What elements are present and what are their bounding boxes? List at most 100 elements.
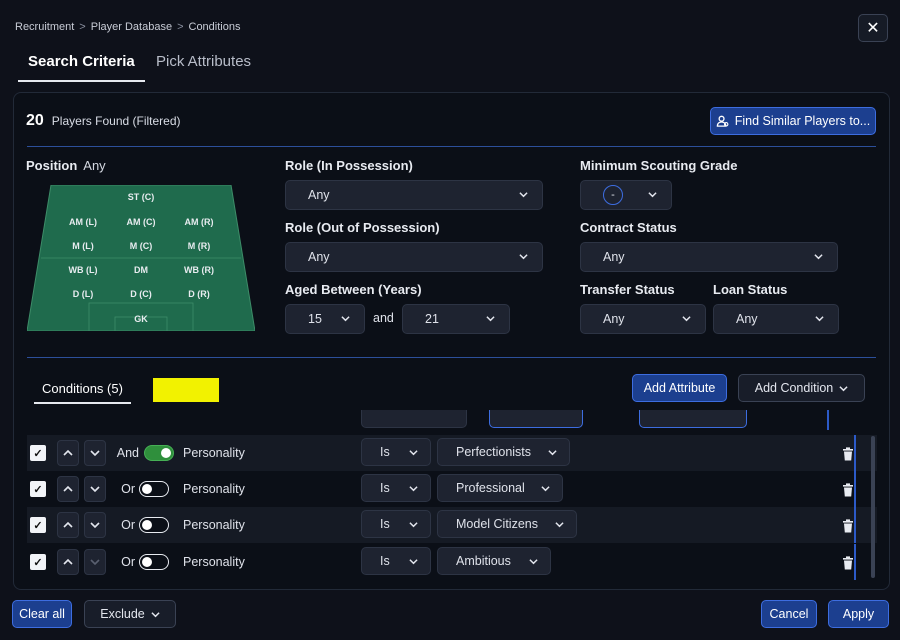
and-or-toggle[interactable] bbox=[139, 554, 169, 570]
chevron-down-icon bbox=[529, 559, 538, 565]
position-pitch[interactable]: ST (C) AM (L) AM (C) AM (R) M (L) M (C) … bbox=[26, 184, 256, 332]
conditions-tab[interactable]: Conditions (5) bbox=[34, 381, 131, 404]
trash-icon[interactable] bbox=[842, 447, 854, 461]
pitch-slot-wb-r[interactable]: WB (R) bbox=[184, 265, 214, 275]
contract-status-dropdown[interactable]: Any bbox=[580, 242, 838, 272]
condition-row: ✓ Or Personality Is Ambitious bbox=[27, 544, 877, 580]
pitch-slot-am-r[interactable]: AM (R) bbox=[185, 217, 214, 227]
chevron-down-icon bbox=[90, 450, 100, 457]
breadcrumb: Recruitment > Player Database > Conditio… bbox=[15, 21, 240, 33]
position-value: Any bbox=[83, 158, 106, 173]
trash-icon[interactable] bbox=[842, 519, 854, 533]
pitch-slot-st-c[interactable]: ST (C) bbox=[128, 192, 155, 202]
trash-icon[interactable] bbox=[842, 483, 854, 497]
age-min-dropdown[interactable]: 15 bbox=[285, 304, 365, 334]
move-up-button[interactable] bbox=[57, 440, 79, 466]
and-or-toggle[interactable] bbox=[144, 445, 174, 461]
conditions-scrollbar[interactable] bbox=[871, 436, 875, 578]
pitch-slot-wb-l[interactable]: WB (L) bbox=[69, 265, 98, 275]
operator-dropdown[interactable]: Is bbox=[361, 547, 431, 575]
pitch-slot-gk[interactable]: GK bbox=[134, 314, 148, 324]
close-icon: ✕ bbox=[866, 20, 880, 37]
pitch-slot-m-r[interactable]: M (R) bbox=[188, 241, 211, 251]
condition-row: ✓ And Personality Is Perfectionists bbox=[27, 435, 877, 471]
move-up-button[interactable] bbox=[57, 549, 79, 575]
chevron-down-icon bbox=[90, 559, 100, 566]
role-in-possession-dropdown[interactable]: Any bbox=[285, 180, 543, 210]
toggle-knob bbox=[142, 484, 152, 494]
add-condition-button[interactable]: Add Condition bbox=[738, 374, 865, 402]
attribute-label: Personality bbox=[183, 555, 245, 569]
attribute-label: Personality bbox=[183, 482, 245, 496]
move-down-button[interactable] bbox=[84, 512, 106, 538]
operator-dropdown[interactable]: Is bbox=[361, 438, 431, 466]
chevron-up-icon bbox=[63, 521, 73, 528]
row-end-marker bbox=[854, 544, 856, 580]
row-checkbox[interactable]: ✓ bbox=[30, 554, 46, 570]
pitch-slot-am-l[interactable]: AM (L) bbox=[69, 217, 97, 227]
transfer-status-label: Transfer Status bbox=[580, 282, 675, 297]
chevron-down-icon bbox=[409, 486, 418, 492]
checkmark-icon: ✓ bbox=[33, 519, 43, 532]
cancel-button[interactable]: Cancel bbox=[761, 600, 817, 628]
move-up-button[interactable] bbox=[57, 476, 79, 502]
value-dropdown[interactable]: Model Citizens bbox=[437, 510, 577, 538]
move-down-button[interactable] bbox=[84, 476, 106, 502]
chevron-down-icon bbox=[151, 611, 160, 617]
players-found-count: 20 bbox=[26, 112, 44, 129]
clear-all-button[interactable]: Clear all bbox=[12, 600, 72, 628]
value-dropdown[interactable]: Ambitious bbox=[437, 547, 551, 575]
operator-dropdown[interactable]: Is bbox=[361, 474, 431, 502]
breadcrumb-recruitment[interactable]: Recruitment bbox=[15, 21, 74, 33]
logic-label: Or bbox=[121, 482, 135, 496]
transfer-status-dropdown[interactable]: Any bbox=[580, 304, 706, 334]
pitch-slot-m-c[interactable]: M (C) bbox=[130, 241, 153, 251]
role-out-possession-dropdown[interactable]: Any bbox=[285, 242, 543, 272]
and-or-toggle[interactable] bbox=[139, 517, 169, 533]
condition-row: ✓ Or Personality Is Model Citizens bbox=[27, 507, 877, 543]
row-checkbox[interactable]: ✓ bbox=[30, 481, 46, 497]
exclude-dropdown-button[interactable]: Exclude bbox=[84, 600, 176, 628]
min-scouting-grade-dropdown[interactable]: - bbox=[580, 180, 672, 210]
pitch-slot-d-c[interactable]: D (C) bbox=[130, 289, 152, 299]
add-attribute-button[interactable]: Add Attribute bbox=[632, 374, 727, 402]
value-dropdown[interactable]: Professional bbox=[437, 474, 563, 502]
breadcrumb-player-database[interactable]: Player Database bbox=[91, 21, 172, 33]
value-dropdown[interactable]: Perfectionists bbox=[437, 438, 570, 466]
toggle-knob bbox=[142, 520, 152, 530]
apply-button[interactable]: Apply bbox=[828, 600, 889, 628]
operator-dropdown[interactable]: Is bbox=[361, 510, 431, 538]
age-and-label: and bbox=[373, 311, 394, 325]
move-down-button[interactable] bbox=[84, 549, 106, 575]
pitch-slot-dm[interactable]: DM bbox=[134, 265, 148, 275]
find-similar-players-button[interactable]: Find Similar Players to... bbox=[710, 107, 876, 135]
player-search-icon bbox=[716, 115, 729, 127]
pitch-slot-d-r[interactable]: D (R) bbox=[188, 289, 210, 299]
chevron-down-icon bbox=[815, 316, 824, 322]
trash-icon[interactable] bbox=[842, 556, 854, 570]
loan-status-dropdown[interactable]: Any bbox=[713, 304, 839, 334]
row-end-marker bbox=[854, 471, 856, 507]
and-or-toggle[interactable] bbox=[139, 481, 169, 497]
row-checkbox[interactable]: ✓ bbox=[30, 517, 46, 533]
checkmark-icon: ✓ bbox=[33, 447, 43, 460]
chevron-up-icon bbox=[63, 449, 73, 456]
row-end-marker bbox=[854, 507, 856, 543]
condition-row: ✓ Or Personality Is Professional bbox=[27, 471, 877, 507]
attribute-label: Personality bbox=[183, 446, 245, 460]
highlight-marker bbox=[153, 378, 219, 402]
pitch-slot-d-l[interactable]: D (L) bbox=[73, 289, 94, 299]
close-button[interactable]: ✕ bbox=[858, 14, 888, 42]
chevron-down-icon bbox=[814, 254, 823, 260]
move-up-button[interactable] bbox=[57, 512, 79, 538]
pitch-slot-am-c[interactable]: AM (C) bbox=[127, 217, 156, 227]
tab-pick-attributes[interactable]: Pick Attributes bbox=[156, 53, 251, 70]
age-max-dropdown[interactable]: 21 bbox=[402, 304, 510, 334]
move-down-button[interactable] bbox=[84, 440, 106, 466]
row-checkbox[interactable]: ✓ bbox=[30, 445, 46, 461]
tab-search-criteria[interactable]: Search Criteria bbox=[18, 53, 145, 82]
pitch-slot-m-l[interactable]: M (L) bbox=[72, 241, 94, 251]
aged-between-label: Aged Between (Years) bbox=[285, 282, 422, 297]
dialog-header: Recruitment > Player Database > Conditio… bbox=[0, 0, 900, 92]
chevron-down-icon bbox=[519, 254, 528, 260]
